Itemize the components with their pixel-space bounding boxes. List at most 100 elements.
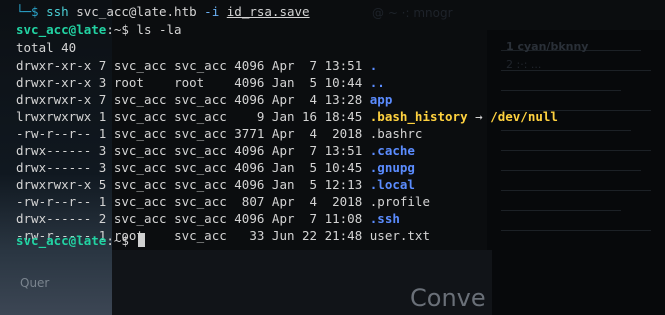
- ssh-target: svc_acc@late.htb: [76, 4, 197, 19]
- listing-group: svc_acc: [174, 92, 235, 107]
- symlink-arrow: →: [467, 109, 491, 124]
- listing-row: drwxrwxr-x 5 svc_acc svc_acc 4096 Jan 5 …: [16, 177, 415, 193]
- listing-date: Apr 7 13:51: [271, 58, 370, 73]
- command-binary: ssh: [46, 4, 69, 19]
- listing-owner: svc_acc: [113, 143, 175, 158]
- listing-filename[interactable]: .profile: [370, 194, 430, 209]
- listing-row: drwx------ 2 svc_acc svc_acc 4096 Apr 7 …: [16, 211, 400, 227]
- ssh-command-line: └─$ ssh svc_acc@late.htb -i id_rsa.save: [16, 4, 310, 20]
- listing-owner: root: [113, 75, 175, 90]
- listing-date: Jan 5 12:13: [271, 177, 370, 192]
- listing-size: 4096: [234, 92, 272, 107]
- listing-owner: svc_acc: [113, 126, 175, 141]
- total-line: total 40: [16, 40, 77, 55]
- listing-group: svc_acc: [174, 211, 235, 226]
- listing-perms: drwxr-xr-x: [16, 58, 92, 73]
- listing-size: 4096: [234, 160, 272, 175]
- listing-date: Apr 4 2018: [271, 126, 370, 141]
- listing-row: -rw-r--r-- 1 svc_acc svc_acc 807 Apr 4 2…: [16, 194, 430, 210]
- listing-row: lrwxrwxrwx 1 svc_acc svc_acc 9 Jan 16 18…: [16, 109, 558, 125]
- listing-group: svc_acc: [174, 126, 235, 141]
- listing-date: Apr 7 13:51: [271, 143, 370, 158]
- listing-size: 9: [234, 109, 272, 124]
- listing-owner: svc_acc: [113, 194, 175, 209]
- text-cursor: [138, 233, 146, 247]
- listing-size: 33: [234, 228, 272, 243]
- listing-links: 2: [91, 211, 114, 226]
- listing-owner: svc_acc: [113, 58, 175, 73]
- listing-filename[interactable]: .ssh: [370, 211, 400, 226]
- listing-links: 7: [91, 92, 114, 107]
- prompt-suffix: :~$: [106, 233, 129, 248]
- listing-perms: drwxrwxr-x: [16, 177, 92, 192]
- listing-links: 1: [91, 126, 114, 141]
- listing-filename[interactable]: app: [370, 92, 393, 107]
- typed-command: ls -la: [128, 22, 182, 37]
- listing-perms: drwxrwxr-x: [16, 92, 92, 107]
- listing-size: 4096: [234, 143, 272, 158]
- listing-owner: svc_acc: [113, 160, 175, 175]
- listing-size: 4096: [234, 58, 272, 73]
- listing-date: Jun 22 21:48: [271, 228, 370, 243]
- listing-row: drwx------ 3 svc_acc svc_acc 4096 Jan 5 …: [16, 160, 415, 176]
- listing-group: svc_acc: [174, 143, 235, 158]
- listing-date: Apr 4 13:28: [271, 92, 370, 107]
- listing-size: 4096: [234, 177, 272, 192]
- listing-perms: drwxr-xr-x: [16, 75, 92, 90]
- listing-size: 4096: [234, 75, 272, 90]
- listing-filename[interactable]: ..: [370, 75, 385, 90]
- listing-filename[interactable]: .bash_history: [370, 109, 468, 124]
- listing-filename[interactable]: .bashrc: [370, 126, 423, 141]
- listing-links: 7: [91, 58, 114, 73]
- prompt-user: svc_acc@late: [16, 22, 107, 37]
- listing-group: svc_acc: [174, 228, 235, 243]
- listing-filename[interactable]: .local: [370, 177, 415, 192]
- prompt-user: svc_acc@late: [16, 233, 107, 248]
- listing-owner: svc_acc: [113, 177, 175, 192]
- listing-row: drwxr-xr-x 3 root root 4096 Jan 5 10:44 …: [16, 75, 385, 91]
- ssh-keyfile: id_rsa.save: [226, 4, 310, 19]
- listing-links: 5: [91, 177, 114, 192]
- listing-date: Apr 7 11:08: [271, 211, 370, 226]
- listing-group: svc_acc: [174, 160, 235, 175]
- final-prompt-line[interactable]: svc_acc@late:~$: [16, 233, 146, 249]
- listing-group: svc_acc: [174, 177, 235, 192]
- listing-links: 1: [91, 109, 114, 124]
- listing-links: 3: [91, 75, 114, 90]
- listing-filename[interactable]: user.txt: [370, 228, 430, 243]
- listing-group: svc_acc: [174, 109, 235, 124]
- listing-owner: svc_acc: [113, 211, 175, 226]
- listing-row: -rw-r--r-- 1 svc_acc svc_acc 3771 Apr 4 …: [16, 126, 422, 142]
- listing-perms: -rw-r--r--: [16, 126, 92, 141]
- listing-filename[interactable]: .: [370, 58, 378, 73]
- listing-links: 3: [91, 143, 114, 158]
- listing-size: 4096: [234, 211, 272, 226]
- ssh-flag: -i: [204, 4, 220, 19]
- listing-date: Apr 4 2018: [271, 194, 370, 209]
- listing-row: drwx------ 3 svc_acc svc_acc 4096 Apr 7 …: [16, 143, 415, 159]
- terminal-window[interactable]: └─$ ssh svc_acc@late.htb -i id_rsa.save …: [0, 0, 665, 315]
- listing-links: 1: [91, 194, 114, 209]
- prompt-corner: └─$: [16, 4, 39, 19]
- listing-row: drwxrwxr-x 7 svc_acc svc_acc 4096 Apr 4 …: [16, 92, 392, 108]
- symlink-target: /dev/null: [490, 109, 558, 124]
- listing-filename[interactable]: .cache: [370, 143, 415, 158]
- listing-size: 3771: [234, 126, 272, 141]
- listing-date: Jan 5 10:45: [271, 160, 370, 175]
- listing-perms: drwx------: [16, 211, 92, 226]
- listing-group: svc_acc: [174, 58, 235, 73]
- prompt-suffix: :~$: [106, 22, 129, 37]
- listing-date: Jan 16 18:45: [271, 109, 370, 124]
- listing-owner: svc_acc: [113, 92, 175, 107]
- listing-group: root: [174, 75, 235, 90]
- listing-date: Jan 5 10:44: [271, 75, 370, 90]
- listing-owner: svc_acc: [113, 109, 175, 124]
- listing-perms: drwx------: [16, 160, 92, 175]
- prompt-line: svc_acc@late:~$ ls -la: [16, 22, 182, 38]
- listing-row: drwxr-xr-x 7 svc_acc svc_acc 4096 Apr 7 …: [16, 58, 377, 74]
- listing-perms: lrwxrwxrwx: [16, 109, 92, 124]
- listing-links: 3: [91, 160, 114, 175]
- listing-filename[interactable]: .gnupg: [370, 160, 415, 175]
- listing-group: svc_acc: [174, 194, 235, 209]
- listing-size: 807: [234, 194, 272, 209]
